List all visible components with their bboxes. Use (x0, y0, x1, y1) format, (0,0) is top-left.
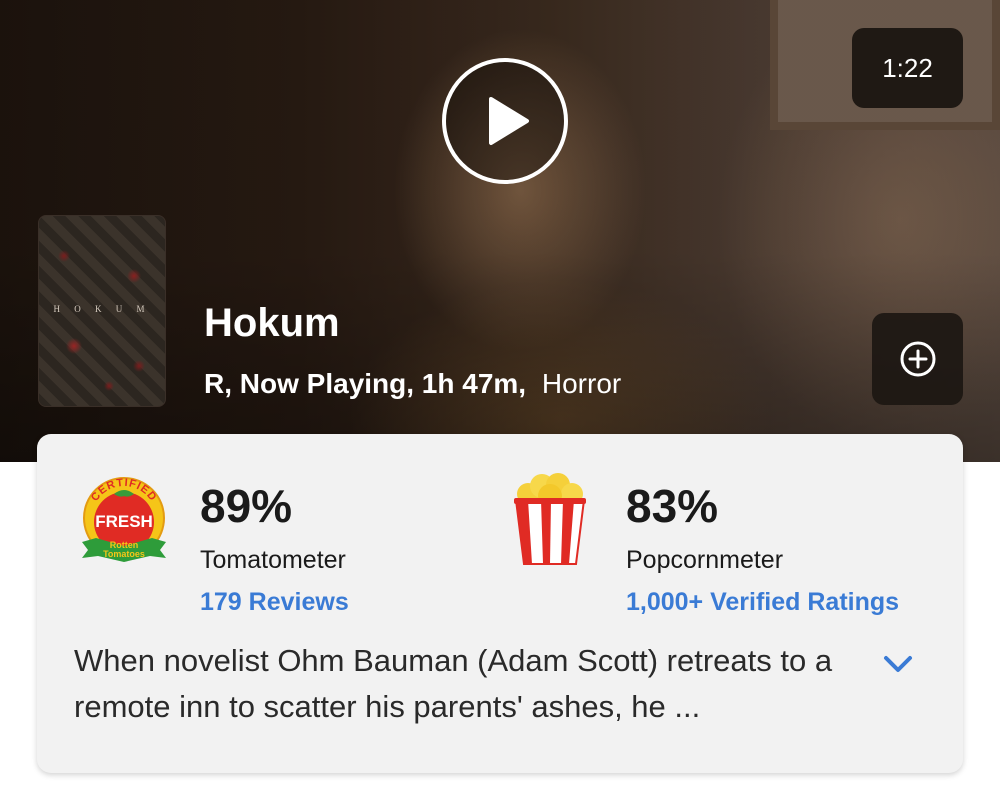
play-icon (489, 97, 529, 145)
popcornmeter-ratings-link[interactable]: 1,000+ Verified Ratings (626, 587, 899, 617)
movie-rating-status-runtime: R, Now Playing, 1h 47m, (204, 368, 527, 399)
popcornmeter-label: Popcornmeter (626, 546, 784, 574)
certified-fresh-badge-icon: CERTIFIED FRESH Rotten Tomatoes (82, 477, 166, 562)
play-trailer-button[interactable] (442, 58, 568, 184)
chevron-down-icon[interactable] (880, 652, 916, 676)
movie-meta: R, Now Playing, 1h 47m, Horror (204, 366, 621, 402)
video-duration-badge: 1:22 (852, 28, 963, 108)
popcornmeter-score: 83% (626, 480, 719, 532)
poster-title-text: H O K U M (53, 304, 151, 314)
badge-tomatoes-text: Tomatoes (103, 549, 145, 559)
tomatometer-score: 89% (200, 480, 293, 532)
movie-genre: Horror (541, 368, 622, 399)
tomatometer-reviews-link[interactable]: 179 Reviews (200, 587, 349, 617)
add-to-watchlist-button[interactable] (872, 313, 963, 405)
popcorn-bucket-icon (514, 473, 586, 565)
movie-poster[interactable]: H O K U M (38, 215, 166, 407)
badge-fresh-text: FRESH (95, 512, 153, 531)
tomatometer-label: Tomatometer (200, 546, 346, 574)
movie-synopsis: When novelist Ohm Bauman (Adam Scott) re… (74, 643, 833, 724)
movie-title: Hokum (204, 301, 340, 345)
plus-circle-icon (900, 341, 935, 377)
